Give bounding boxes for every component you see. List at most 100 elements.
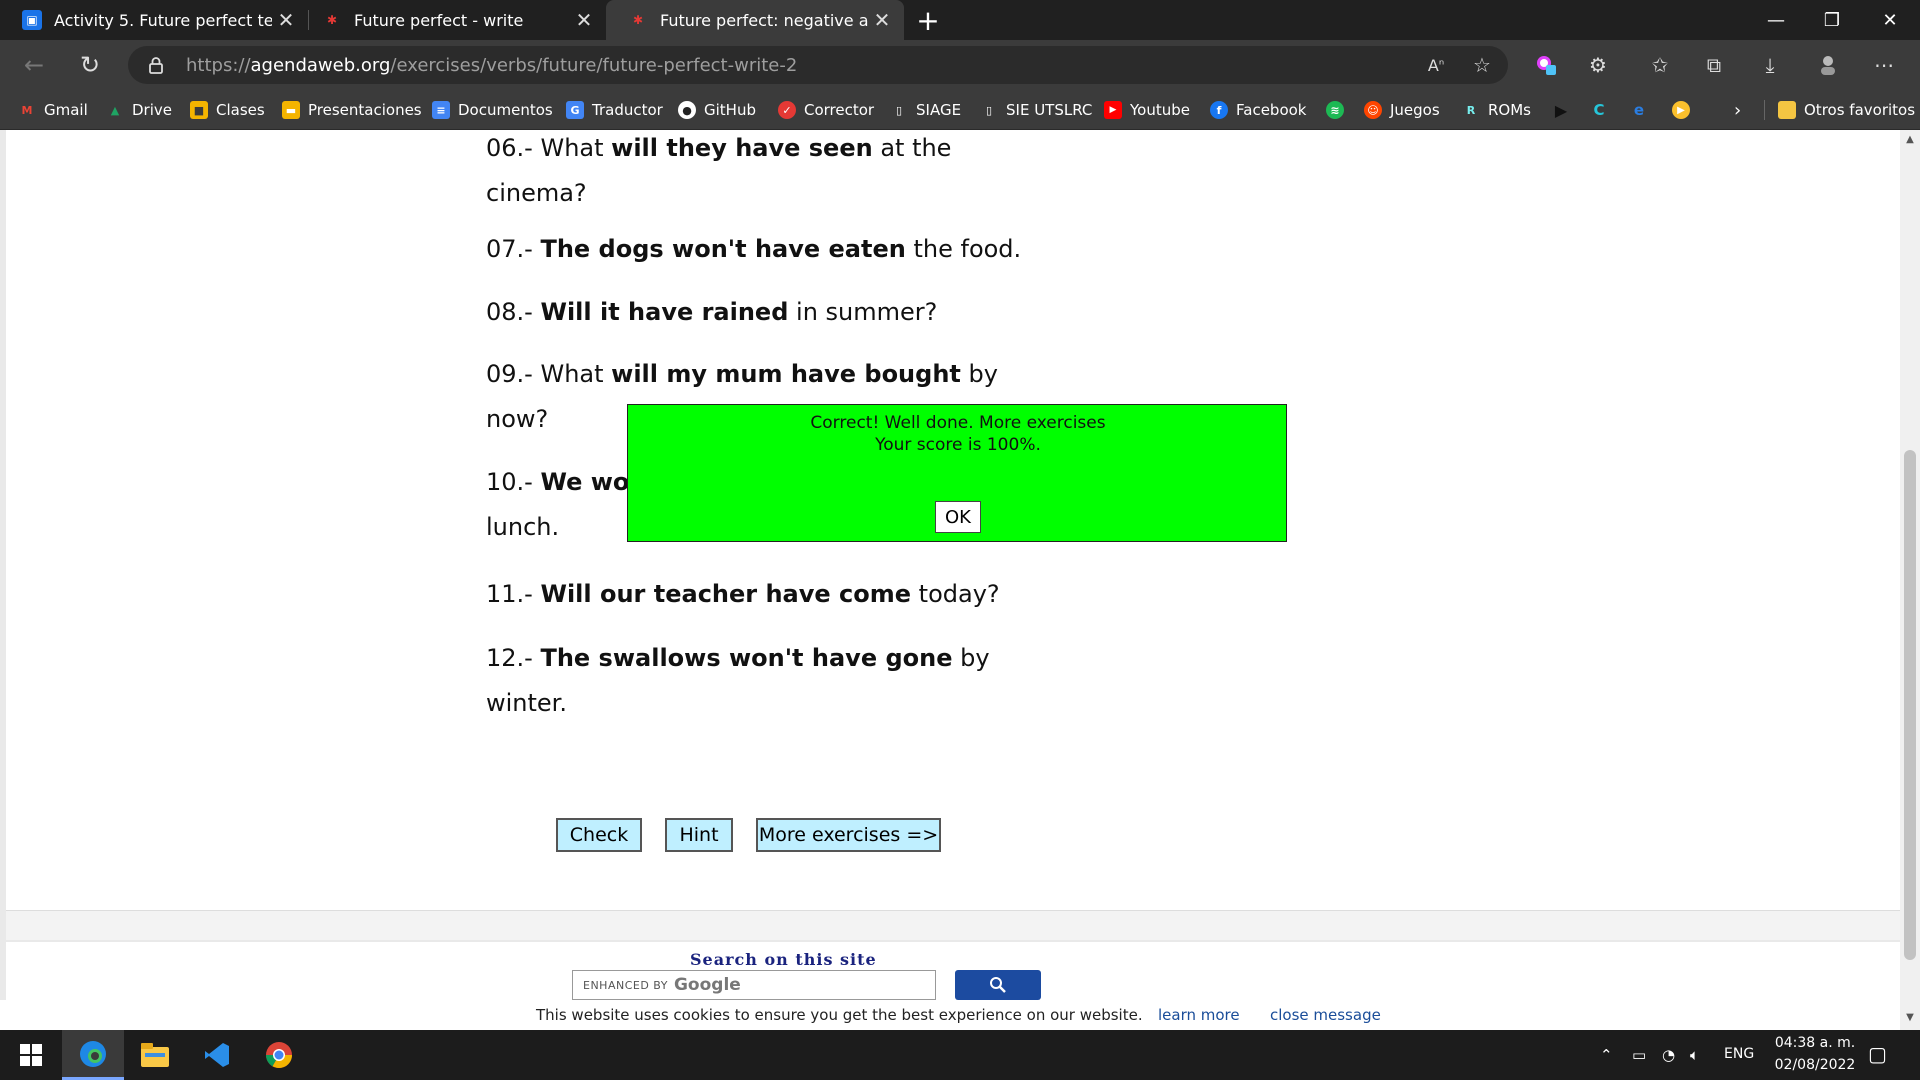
page-icon: ▯ xyxy=(985,103,993,117)
ok-button[interactable]: OK xyxy=(935,501,981,533)
search-input[interactable]: ENHANCED BY Google xyxy=(572,970,936,1000)
close-icon[interactable]: ✕ xyxy=(868,6,896,34)
volume-icon[interactable]: 🔈︎ xyxy=(1690,1046,1699,1064)
close-window-icon[interactable]: ✕ xyxy=(1862,0,1918,40)
favorite-star-icon[interactable]: ☆ xyxy=(1466,49,1498,81)
close-icon[interactable]: ✕ xyxy=(570,6,598,34)
agendaweb-icon: ✱ xyxy=(632,13,644,27)
chevron-right-icon[interactable]: › xyxy=(1734,98,1741,122)
corrector-icon: ✓ xyxy=(778,101,796,119)
close-icon[interactable]: ✕ xyxy=(272,6,300,34)
wifi-icon[interactable]: ◔ xyxy=(1662,1046,1675,1064)
bookmark-sie-utslrc[interactable]: ▯ SIE UTSLRC xyxy=(980,98,1092,122)
bookmark-label: Gmail xyxy=(44,101,88,119)
bookmark-edge[interactable]: e xyxy=(1630,98,1656,122)
bookmark-presentaciones[interactable]: ▬ Presentaciones xyxy=(282,98,422,122)
close-message-link[interactable]: close message xyxy=(1270,1006,1381,1024)
tab-future-perfect-write[interactable]: ✱ Future perfect - write ✕ xyxy=(300,0,606,40)
battery-icon[interactable]: ▭ xyxy=(1632,1046,1646,1064)
address-bar[interactable]: https://agendaweb.org/exercises/verbs/fu… xyxy=(128,46,1508,84)
vertical-scrollbar[interactable]: ▲ ▼ xyxy=(1900,130,1920,1030)
tab-future-perfect-negative[interactable]: ✱ Future perfect: negative and que ✕ xyxy=(606,0,904,40)
spotify-icon: ≋ xyxy=(1326,101,1344,119)
bookmark-label: Drive xyxy=(132,101,172,119)
url-text[interactable]: https://agendaweb.org/exercises/verbs/fu… xyxy=(186,55,797,76)
vscode-icon[interactable] xyxy=(186,1030,248,1080)
edge-taskbar-icon[interactable] xyxy=(62,1030,124,1080)
result-message: Correct! Well done. More exercises xyxy=(810,413,1106,433)
bookmark-label: Youtube xyxy=(1130,101,1190,119)
bookmark-github[interactable]: ● GitHub xyxy=(678,98,756,122)
scroll-up-icon[interactable]: ▲ xyxy=(1900,134,1920,148)
scroll-thumb[interactable] xyxy=(1904,450,1916,960)
bookmark-label: ROMs xyxy=(1488,101,1531,119)
chevron-up-icon[interactable]: ⌃ xyxy=(1600,1046,1613,1064)
verb-phrase: Will our teacher have come xyxy=(540,580,912,608)
download-icon[interactable]: ⤓ xyxy=(1754,49,1786,81)
profile-avatar-icon[interactable] xyxy=(1812,49,1844,81)
bookmark-siage[interactable]: ▯ SIAGE xyxy=(890,98,961,122)
bookmark-drive[interactable]: ▲ Drive xyxy=(106,98,172,122)
favorites-icon[interactable]: ✩ xyxy=(1644,49,1676,81)
folder-icon xyxy=(1778,101,1796,119)
notifications-icon[interactable]: ▢ xyxy=(1868,1042,1887,1066)
collections-icon[interactable]: ⧉ xyxy=(1698,49,1730,81)
hint-button[interactable]: Hint xyxy=(665,818,733,852)
refresh-icon[interactable]: ↻ xyxy=(74,49,106,81)
bookmark-gmail[interactable]: M Gmail xyxy=(18,98,88,122)
more-menu-icon[interactable]: ⋯ xyxy=(1868,49,1900,81)
bookmark-play[interactable]: ▶ xyxy=(1552,98,1578,122)
restore-icon[interactable]: ❐ xyxy=(1804,0,1860,40)
exercise-line: 12.- The swallows won't have gone by xyxy=(486,636,1046,681)
docs-icon: ≡ xyxy=(432,101,450,119)
sentence-text: by xyxy=(960,360,998,388)
learn-more-link[interactable]: learn more xyxy=(1158,1006,1240,1024)
page-icon: ▯ xyxy=(895,103,903,117)
chrome-icon[interactable] xyxy=(248,1030,310,1080)
bookmark-facebook[interactable]: f Facebook xyxy=(1210,98,1306,122)
bookmark-yellow[interactable]: ▶ xyxy=(1672,98,1698,122)
url-path: /exercises/verbs/future/future-perfect-w… xyxy=(390,55,798,76)
bookmark-c1[interactable]: C xyxy=(1590,98,1616,122)
check-button[interactable]: Check xyxy=(556,818,642,852)
extension-color-icon[interactable] xyxy=(1530,49,1562,81)
more-exercises-button[interactable]: More exercises => xyxy=(756,818,941,852)
minimize-icon[interactable]: — xyxy=(1748,0,1804,40)
search-button[interactable] xyxy=(955,970,1041,1000)
verb-phrase: will they have seen xyxy=(611,134,873,162)
bookmark-clases[interactable]: ■ Clases xyxy=(190,98,265,122)
sentence-text: 11.- xyxy=(486,580,541,608)
bookmark-label: Corrector xyxy=(804,101,875,119)
bookmarks-bar: M Gmail ▲ Drive ■ Clases ▬ Presentaciones ≡ D… xyxy=(0,90,1920,130)
new-tab-button[interactable]: + xyxy=(912,4,944,37)
result-dialog: Correct! Well done. More exercises Your … xyxy=(627,404,1287,542)
bookmark-label: Traductor xyxy=(592,101,663,119)
bookmark-juegos[interactable]: ☺ Juegos xyxy=(1364,98,1440,122)
verb-phrase: The dogs won't have eaten xyxy=(540,235,906,263)
bookmark-corrector[interactable]: ✓ Corrector xyxy=(778,98,874,122)
clock-date[interactable]: 02/08/2022 xyxy=(1770,1057,1860,1073)
file-explorer-icon[interactable] xyxy=(124,1030,186,1080)
bookmark-otros-favoritos[interactable]: Otros favoritos xyxy=(1778,98,1915,122)
exercise-line: cinema? xyxy=(486,171,1046,216)
verb-phrase: The swallows won't have gone xyxy=(540,644,953,672)
bookmark-youtube[interactable]: ▶ Youtube xyxy=(1104,98,1190,122)
clock-time[interactable]: 04:38 a. m. xyxy=(1770,1035,1860,1051)
extensions-icon[interactable]: ⚙ xyxy=(1582,49,1614,81)
bookmark-spotify[interactable]: ≋ xyxy=(1326,98,1352,122)
bookmark-roms[interactable]: R ROMs xyxy=(1462,98,1531,122)
verb-phrase: will my mum have bought xyxy=(611,360,961,388)
exercise-line: 07.- The dogs won't have eaten the food. xyxy=(486,227,1046,272)
lock-icon[interactable] xyxy=(146,55,166,75)
bookmark-traductor[interactable]: G Traductor xyxy=(566,98,663,122)
search-title: Search on this site xyxy=(690,950,877,969)
read-aloud-icon[interactable]: Aⁿ xyxy=(1420,49,1452,81)
scroll-down-icon[interactable]: ▼ xyxy=(1900,1012,1920,1026)
bookmark-documentos[interactable]: ≡ Documentos xyxy=(432,98,553,122)
windows-start-icon[interactable] xyxy=(0,1030,62,1080)
gmail-icon: M xyxy=(21,103,33,117)
tab-activity[interactable]: ▣ Activity 5. Future perfect tense ✕ xyxy=(0,0,308,40)
bookmark-label: SIE UTSLRC xyxy=(1006,101,1093,119)
back-icon[interactable]: ← xyxy=(18,49,50,81)
language-indicator[interactable]: ENG xyxy=(1724,1046,1754,1062)
